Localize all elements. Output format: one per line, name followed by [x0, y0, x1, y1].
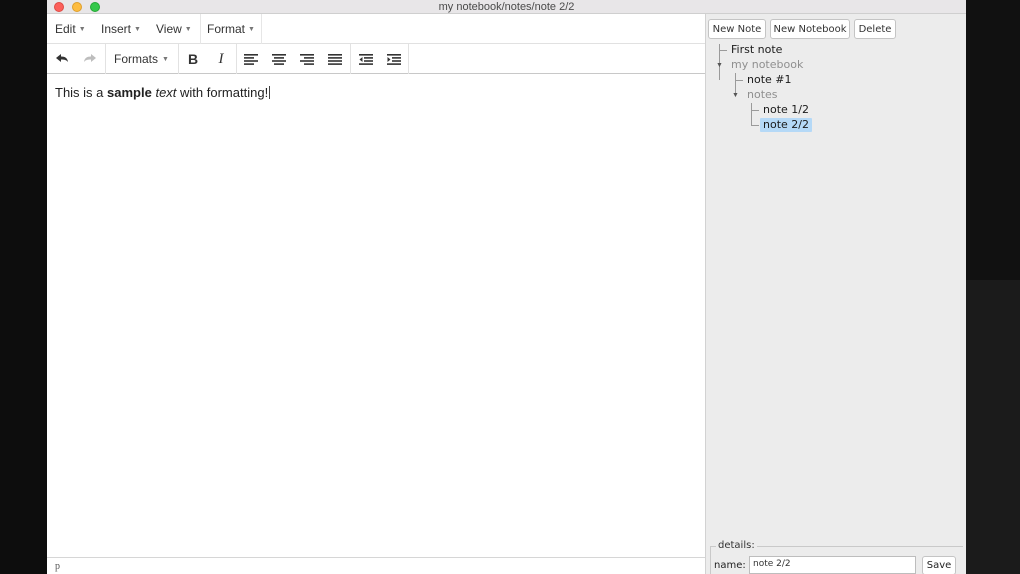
menu-divider: [261, 14, 262, 44]
details-legend: details:: [716, 540, 757, 551]
align-justify-button[interactable]: [324, 49, 346, 69]
menu-view[interactable]: View ▼: [156, 21, 192, 37]
text-cursor: [269, 86, 271, 99]
name-field[interactable]: note 2/2: [749, 556, 916, 574]
formats-label: Formats: [114, 52, 159, 66]
new-note-button[interactable]: New Note: [708, 19, 766, 39]
italic-icon: I: [218, 50, 224, 67]
toolbar-divider: [350, 44, 351, 74]
align-left-button[interactable]: [240, 49, 262, 69]
expand-arrow-icon[interactable]: ▼: [732, 92, 739, 100]
align-right-icon: [300, 53, 314, 65]
expand-arrow-icon[interactable]: ▼: [716, 62, 723, 70]
app-window: my notebook/notes/note 2/2 Edit ▼ Insert ▼…: [47, 0, 966, 574]
menu-format[interactable]: Format ▼: [207, 21, 255, 37]
menu-view-label: View: [156, 22, 182, 36]
align-right-button[interactable]: [296, 49, 318, 69]
editor-menubar: Edit ▼ Insert ▼ View ▼ Format ▼: [47, 14, 705, 44]
formats-dropdown[interactable]: Formats ▼: [114, 51, 169, 68]
tree-node-notes[interactable]: notes: [747, 88, 778, 102]
chevron-down-icon: ▼: [248, 26, 255, 33]
toolbar-divider: [105, 44, 106, 74]
tree-node-my-notebook[interactable]: my notebook: [731, 58, 803, 72]
align-left-icon: [244, 53, 258, 65]
menu-insert-label: Insert: [101, 22, 132, 36]
notebook-tree: First note ▼ my notebook note #1 ▼ notes…: [706, 42, 966, 172]
element-path[interactable]: p: [55, 561, 60, 572]
outdent-icon: [359, 53, 373, 65]
text-plain-end: with formatting!: [176, 85, 269, 100]
menu-edit-label: Edit: [55, 22, 76, 36]
redo-button[interactable]: [79, 49, 101, 69]
chevron-down-icon: ▼: [184, 26, 192, 33]
menu-edit[interactable]: Edit ▼: [55, 21, 86, 37]
toolbar-divider: [178, 44, 179, 74]
tree-line: [751, 110, 759, 111]
outdent-button[interactable]: [355, 49, 377, 69]
tree-node-note-2-2[interactable]: note 2/2: [760, 118, 812, 132]
bold-icon: B: [187, 51, 199, 67]
editor-toolbar: Formats ▼ B I: [47, 44, 705, 74]
text-italic: text: [155, 85, 177, 100]
indent-icon: [387, 53, 401, 65]
editor-statusbar: p: [47, 557, 705, 574]
title-bar[interactable]: my notebook/notes/note 2/2: [47, 0, 966, 14]
chevron-down-icon: ▼: [134, 26, 141, 33]
text-plain-start: This is a: [55, 85, 108, 100]
align-justify-icon: [328, 53, 342, 65]
toolbar-divider: [236, 44, 237, 74]
tree-node-first-note[interactable]: First note: [731, 43, 782, 57]
editor-pane: Edit ▼ Insert ▼ View ▼ Format ▼ Formats ▼ B I: [47, 14, 705, 574]
tree-node-note-1[interactable]: note #1: [747, 73, 792, 87]
undo-button[interactable]: [51, 49, 73, 69]
editor-content[interactable]: This is a sample text with formatting!: [47, 75, 705, 557]
tree-node-note-1-2[interactable]: note 1/2: [763, 103, 809, 117]
undo-icon: [56, 54, 68, 62]
name-label: name:: [714, 560, 746, 571]
chevron-down-icon: ▼: [162, 56, 169, 63]
italic-button[interactable]: I: [210, 49, 232, 69]
toolbar-divider: [408, 44, 409, 74]
menu-divider: [200, 14, 201, 44]
new-notebook-button[interactable]: New Notebook: [770, 19, 850, 39]
window-title: my notebook/notes/note 2/2: [438, 1, 575, 13]
menu-insert[interactable]: Insert ▼: [101, 21, 141, 37]
delete-button[interactable]: Delete: [854, 19, 896, 39]
tree-line: [751, 125, 759, 126]
tree-line: [735, 80, 743, 81]
redo-icon: [84, 54, 96, 62]
menu-format-label: Format: [207, 22, 246, 36]
indent-button[interactable]: [383, 49, 405, 69]
notebook-sidebar: New Note New Notebook Delete First note …: [705, 14, 966, 574]
desktop-background: [966, 0, 1020, 574]
text-bold: sample: [107, 85, 152, 100]
bold-button[interactable]: B: [182, 49, 204, 69]
save-button[interactable]: Save: [922, 556, 956, 574]
tree-line: [751, 103, 752, 126]
chevron-down-icon: ▼: [78, 26, 86, 33]
align-center-icon: [272, 53, 286, 65]
align-center-button[interactable]: [268, 49, 290, 69]
desktop-shadow: [966, 280, 1020, 574]
tree-line: [719, 50, 727, 51]
